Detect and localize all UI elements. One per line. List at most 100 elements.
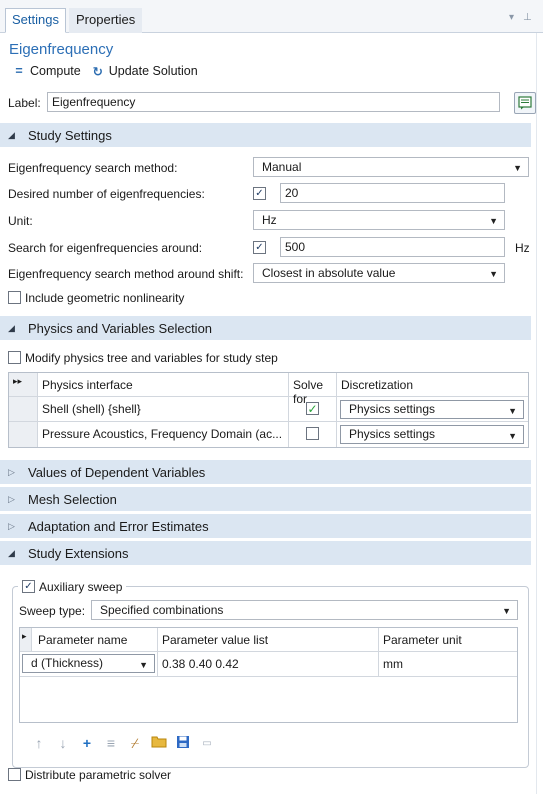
- delete-list-icon[interactable]: ≡: [99, 735, 123, 751]
- equals-icon: =: [15, 64, 23, 78]
- sweep-type-value: Specified combinations: [100, 603, 224, 617]
- search-around-unit: Hz: [515, 241, 530, 255]
- search-method-label: Eigenfrequency search method:: [8, 161, 178, 175]
- section-study-settings[interactable]: ◢ Study Settings: [0, 123, 531, 147]
- section-physics-variables[interactable]: ◢ Physics and Variables Selection: [0, 316, 531, 340]
- column-header[interactable]: Parameter name: [32, 628, 158, 652]
- parameter-unit-cell[interactable]: mm: [379, 652, 517, 677]
- column-header[interactable]: Parameter unit: [379, 628, 517, 652]
- dropdown-caret-icon: ▼: [513, 163, 522, 173]
- unit-value: Hz: [262, 213, 277, 227]
- arrow-down-icon[interactable]: ↓: [51, 735, 75, 751]
- label-caption: Label:: [8, 96, 41, 110]
- search-around-input[interactable]: 500: [280, 237, 505, 257]
- parameter-name-select[interactable]: d (Thickness) ▼: [22, 654, 155, 673]
- plus-icon[interactable]: +: [75, 735, 99, 751]
- physics-table: ▸▸ Physics interface Solve for Discretiz…: [8, 372, 529, 448]
- parameter-table: ▸ Parameter name Parameter value list Pa…: [19, 627, 518, 723]
- desired-number-input[interactable]: 20: [280, 183, 505, 203]
- discretization-select[interactable]: Physics settings ▼: [340, 425, 524, 444]
- section-title: Mesh Selection: [28, 491, 117, 507]
- distribute-solver-label: Distribute parametric solver: [25, 768, 172, 782]
- refresh-icon: ↻: [92, 64, 103, 79]
- section-title: Study Settings: [28, 127, 112, 143]
- study-toolbar: = Compute ↻ Update Solution: [12, 62, 208, 80]
- column-header[interactable]: Physics interface: [38, 373, 289, 397]
- minimize-icon[interactable]: ▾: [509, 12, 514, 23]
- discretization-cell: Physics settings ▼: [337, 397, 528, 422]
- dropdown-caret-icon: ▼: [508, 431, 517, 441]
- notes-button[interactable]: [514, 92, 536, 114]
- discretization-select[interactable]: Physics settings ▼: [340, 400, 524, 419]
- shift-method-select[interactable]: Closest in absolute value ▼: [253, 263, 505, 283]
- dropdown-caret-icon: ▼: [502, 606, 511, 616]
- pin-icon[interactable]: ⊥: [523, 12, 532, 23]
- desired-number-checkbox[interactable]: ✓: [253, 187, 266, 200]
- broom-icon[interactable]: ⌿: [123, 735, 147, 752]
- tab-settings[interactable]: Settings: [5, 8, 66, 33]
- unit-select[interactable]: Hz ▼: [253, 210, 505, 230]
- section-title: Values of Dependent Variables: [28, 464, 206, 480]
- discretization-value: Physics settings: [349, 427, 436, 441]
- arrow-up-icon[interactable]: ↑: [27, 735, 51, 751]
- search-around-checkbox[interactable]: ✓: [253, 241, 266, 254]
- parameter-values-cell[interactable]: 0.38 0.40 0.42: [158, 652, 379, 677]
- distribute-solver-checkbox[interactable]: [8, 768, 21, 781]
- dropdown-caret-icon: ▼: [508, 406, 517, 416]
- solve-for-cell: [289, 422, 337, 447]
- table-toolbar: ↑ ↓ + ≡ ⌿ ▭: [27, 734, 219, 752]
- save-icon[interactable]: [171, 735, 195, 752]
- section-study-extensions[interactable]: ◢ Study Extensions: [0, 541, 531, 565]
- sweep-type-label: Sweep type:: [19, 604, 86, 618]
- collapsed-arrow-icon: ▷: [8, 493, 15, 504]
- tab-bar: Settings Properties ▾ ⊥: [0, 0, 543, 33]
- unit-label: Unit:: [8, 214, 33, 228]
- folder-icon[interactable]: [147, 735, 171, 751]
- compute-button[interactable]: = Compute: [12, 64, 81, 78]
- solve-for-checkbox[interactable]: ✓: [306, 402, 319, 415]
- tab-properties[interactable]: Properties: [69, 8, 143, 33]
- auxiliary-sweep-label: Auxiliary sweep: [39, 580, 123, 594]
- section-dependent-variables[interactable]: ▷ Values of Dependent Variables: [0, 460, 531, 484]
- parameter-name-value: d (Thickness): [31, 656, 104, 670]
- modify-physics-checkbox[interactable]: [8, 351, 21, 364]
- auxiliary-sweep-checkbox[interactable]: ✓: [22, 580, 35, 593]
- notes-icon: [518, 96, 532, 110]
- compute-label: Compute: [30, 64, 81, 78]
- parameter-name-cell: d (Thickness) ▼: [20, 652, 158, 677]
- section-mesh-selection[interactable]: ▷ Mesh Selection: [0, 487, 531, 511]
- physics-interface-cell[interactable]: Shell (shell) {shell}: [38, 397, 289, 422]
- column-header[interactable]: Parameter value list: [158, 628, 379, 652]
- dropdown-caret-icon: ▼: [139, 660, 148, 670]
- section-title: Adaptation and Error Estimates: [28, 518, 209, 534]
- section-title: Study Extensions: [28, 545, 129, 561]
- column-header[interactable]: Discretization: [337, 373, 528, 397]
- row-header[interactable]: [9, 397, 38, 422]
- sweep-type-select[interactable]: Specified combinations ▼: [91, 600, 518, 620]
- collapsed-arrow-icon: ▷: [8, 520, 15, 531]
- solve-for-checkbox[interactable]: [306, 427, 319, 440]
- section-title: Physics and Variables Selection: [28, 320, 213, 336]
- range-icon[interactable]: ▭: [195, 738, 219, 749]
- discretization-cell: Physics settings ▼: [337, 422, 528, 447]
- expanded-arrow-icon: ◢: [8, 547, 15, 558]
- desired-number-label: Desired number of eigenfrequencies:: [8, 187, 205, 201]
- section-adaptation[interactable]: ▷ Adaptation and Error Estimates: [0, 514, 531, 538]
- solve-for-cell: ✓: [289, 397, 337, 422]
- table-corner[interactable]: ▸▸: [9, 373, 38, 397]
- update-solution-label: Update Solution: [108, 64, 198, 78]
- column-header[interactable]: Solve for: [289, 373, 337, 406]
- shift-method-value: Closest in absolute value: [262, 266, 396, 280]
- table-corner[interactable]: ▸: [20, 628, 32, 652]
- label-input[interactable]: Eigenfrequency: [47, 92, 500, 112]
- geometric-nonlinearity-label: Include geometric nonlinearity: [25, 291, 185, 305]
- geometric-nonlinearity-checkbox[interactable]: [8, 291, 21, 304]
- collapsed-arrow-icon: ▷: [8, 466, 15, 477]
- search-method-select[interactable]: Manual ▼: [253, 157, 529, 177]
- row-header[interactable]: [9, 422, 38, 447]
- modify-physics-label: Modify physics tree and variables for st…: [25, 351, 278, 365]
- label-row: Label: Eigenfrequency: [7, 92, 536, 114]
- physics-interface-cell[interactable]: Pressure Acoustics, Frequency Domain (ac…: [38, 422, 289, 447]
- expanded-arrow-icon: ◢: [8, 129, 15, 140]
- update-solution-button[interactable]: ↻ Update Solution: [91, 64, 198, 79]
